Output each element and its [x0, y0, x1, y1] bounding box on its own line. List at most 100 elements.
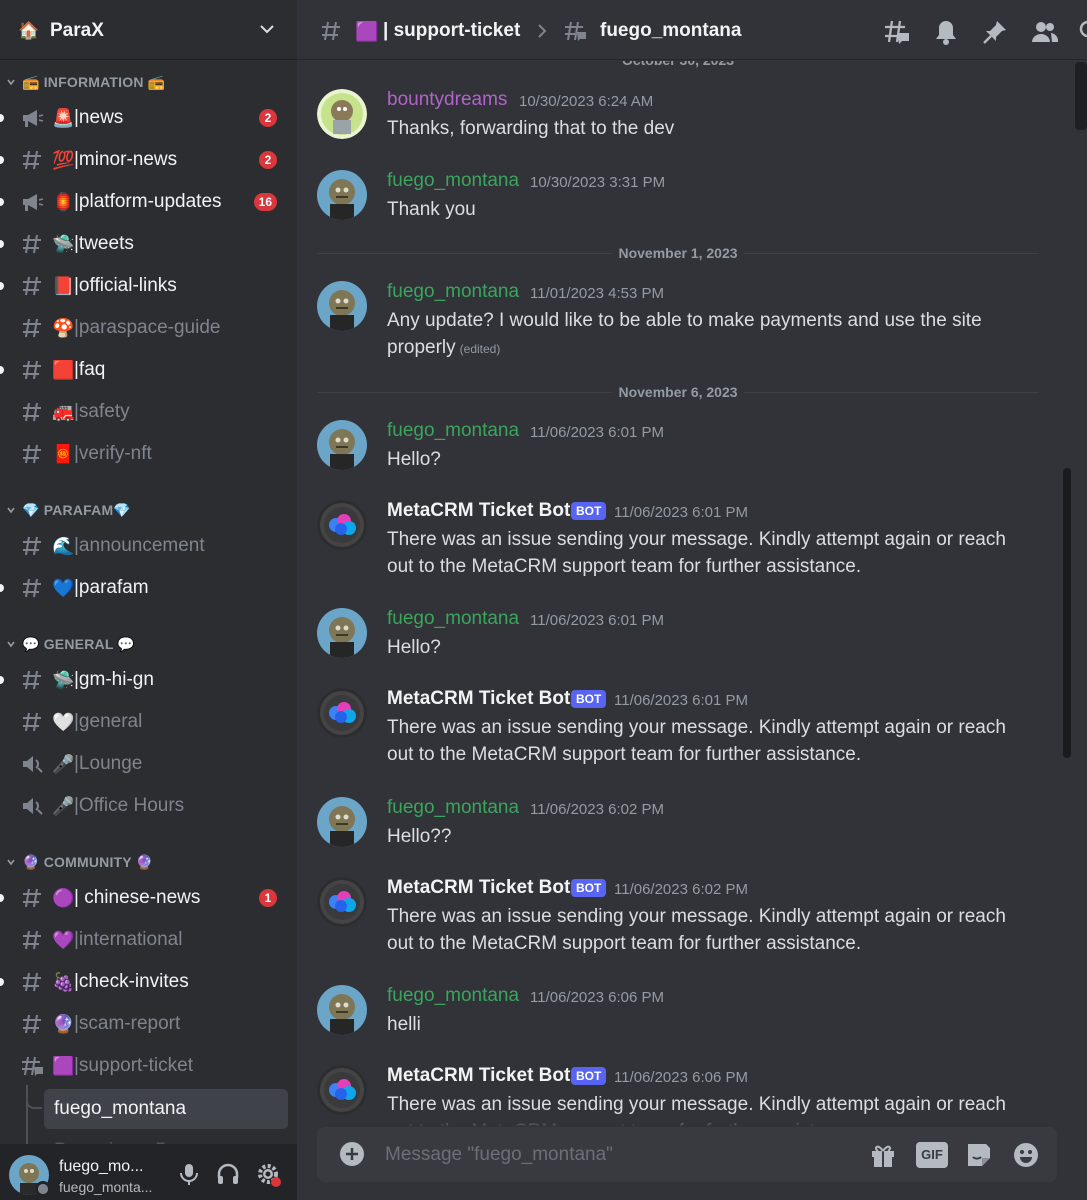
- user-avatar[interactable]: [317, 608, 367, 658]
- voice-channel-icon: [20, 795, 44, 817]
- channel-item[interactable]: 💜 |international: [0, 921, 297, 959]
- header-channel-name[interactable]: | support-ticket: [383, 20, 520, 42]
- category-header[interactable]: 💬 GENERAL 💬: [0, 632, 297, 656]
- user-avatar[interactable]: [317, 797, 367, 847]
- category-header[interactable]: 📻 INFORMATION 📻: [0, 70, 297, 94]
- user-avatar[interactable]: [317, 420, 367, 470]
- message-author[interactable]: MetaCRM Ticket Bot: [387, 500, 570, 522]
- category-label: 💬 GENERAL 💬: [22, 635, 136, 652]
- message-content: There was an issue sending your message.…: [387, 903, 1007, 957]
- pin-icon[interactable]: [981, 18, 1009, 46]
- settings-gear-icon[interactable]: [255, 1161, 281, 1187]
- member-list-icon[interactable]: [1030, 18, 1058, 46]
- emoji-icon[interactable]: [1011, 1140, 1041, 1170]
- channel-name: |paraspace-guide: [74, 317, 221, 338]
- channel-name: |platform-updates: [74, 191, 222, 212]
- message-item: fuego_montana 11/06/2023 6:02 PM Hello??: [297, 797, 1087, 857]
- channel-item[interactable]: 🚨 |news 2: [0, 99, 297, 137]
- message-item: fuego_montana 11/06/2023 6:01 PM Hello?: [297, 608, 1087, 668]
- user-avatar[interactable]: [317, 89, 367, 139]
- message-timestamp: 10/30/2023 6:24 AM: [519, 93, 654, 110]
- bell-icon[interactable]: [932, 18, 960, 46]
- thread-icon: [565, 21, 586, 41]
- message-author[interactable]: MetaCRM Ticket Bot: [387, 1065, 570, 1087]
- date-divider: October 30, 2023: [317, 61, 1039, 68]
- user-name[interactable]: fuego_mo...: [59, 1158, 144, 1176]
- message-author[interactable]: fuego_montana: [387, 797, 519, 819]
- headphones-icon[interactable]: [215, 1161, 241, 1187]
- unread-indicator: [0, 240, 4, 248]
- channel-name: |scam-report: [74, 1013, 181, 1034]
- channel-item[interactable]: 🎤 |Lounge: [0, 745, 297, 783]
- channel-item[interactable]: 🟪 |support-ticket: [0, 1047, 297, 1085]
- user-avatar[interactable]: [317, 281, 367, 331]
- thread-item-active[interactable]: fuego_montana: [44, 1089, 288, 1129]
- category-header[interactable]: 💎 PARAFAM💎: [0, 498, 297, 522]
- channel-item[interactable]: 📕 |official-links: [0, 267, 297, 305]
- sticker-icon[interactable]: [964, 1140, 994, 1170]
- channel-item[interactable]: 🔮 |scam-report: [0, 1005, 297, 1043]
- message-item: fuego_montana 11/06/2023 6:06 PM helli: [297, 985, 1087, 1045]
- unread-indicator: [0, 156, 4, 164]
- bot-avatar[interactable]: [317, 500, 367, 550]
- message-text: Thanks, forwarding that to the dev: [387, 118, 675, 139]
- threads-icon[interactable]: [883, 18, 911, 46]
- category-label: 🔮 COMMUNITY 🔮: [22, 853, 154, 870]
- add-attachment-icon[interactable]: [339, 1141, 365, 1167]
- unread-indicator: [0, 114, 4, 122]
- user-avatar[interactable]: [317, 985, 367, 1035]
- message-author[interactable]: fuego_montana: [387, 170, 519, 192]
- channel-item[interactable]: 🤍 |general: [0, 703, 297, 741]
- channel-item[interactable]: 🍄 |paraspace-guide: [0, 309, 297, 347]
- message-author[interactable]: bountydreams: [387, 89, 507, 111]
- server-header[interactable]: 🏠 ParaX: [0, 2, 297, 60]
- user-avatar[interactable]: [317, 170, 367, 220]
- hash-icon: [20, 233, 44, 255]
- unread-indicator: [0, 894, 4, 902]
- sidebar-scroll-thumb[interactable]: [1075, 62, 1087, 130]
- channel-name: |Office Hours: [74, 795, 185, 816]
- chevron-down-icon[interactable]: [259, 21, 275, 37]
- message-author[interactable]: fuego_montana: [387, 281, 519, 303]
- channel-emoji: 🛸: [52, 670, 75, 690]
- message-content: Thanks, forwarding that to the dev: [387, 115, 1007, 142]
- message-text: Hello?: [387, 637, 441, 658]
- search-icon[interactable]: [1077, 18, 1087, 46]
- channel-item[interactable]: 🎤 |Office Hours: [0, 787, 297, 825]
- message-author[interactable]: fuego_montana: [387, 985, 519, 1007]
- thread-connector: [26, 1095, 42, 1109]
- message-timestamp: 11/06/2023 6:01 PM: [530, 424, 664, 441]
- channel-item[interactable]: 🌊 |announcement: [0, 527, 297, 565]
- divider-date: November 6, 2023: [612, 384, 744, 400]
- unread-indicator: [0, 676, 4, 684]
- channel-item[interactable]: 🛸 |tweets: [0, 225, 297, 263]
- channel-item[interactable]: 🚒 |safety: [0, 393, 297, 431]
- channel-item[interactable]: 🟣 | chinese-news 1: [0, 879, 297, 917]
- category-header[interactable]: 🔮 COMMUNITY 🔮: [0, 850, 297, 874]
- gift-icon[interactable]: [868, 1140, 898, 1170]
- channel-item[interactable]: 💯 |minor-news 2: [0, 141, 297, 179]
- channel-item[interactable]: 🏮 |platform-updates 16: [0, 183, 297, 221]
- mention-badge: 16: [253, 193, 277, 211]
- channel-item[interactable]: 🛸 |gm-hi-gn: [0, 661, 297, 699]
- chevron-down-icon: [6, 505, 16, 515]
- microphone-icon[interactable]: [176, 1161, 202, 1187]
- gif-button[interactable]: GIF: [916, 1142, 948, 1168]
- bot-tag: BOT: [571, 502, 607, 520]
- bot-avatar[interactable]: [317, 688, 367, 738]
- channel-item[interactable]: 🧧 |verify-nft: [0, 435, 297, 473]
- message-author[interactable]: MetaCRM Ticket Bot: [387, 877, 570, 899]
- channel-item[interactable]: 🟥 |faq: [0, 351, 297, 389]
- mention-badge: 2: [259, 109, 277, 127]
- message-author[interactable]: MetaCRM Ticket Bot: [387, 688, 570, 710]
- message-author[interactable]: fuego_montana: [387, 420, 519, 442]
- bot-avatar[interactable]: [317, 1065, 367, 1115]
- message-author[interactable]: fuego_montana: [387, 608, 519, 630]
- message-input[interactable]: [385, 1137, 845, 1172]
- channel-item[interactable]: 🍇 |check-invites: [0, 963, 297, 1001]
- scrollbar-thumb[interactable]: [1063, 468, 1071, 758]
- hash-icon: [20, 359, 44, 381]
- message-text: There was an issue sending your message.…: [387, 717, 1006, 765]
- bot-avatar[interactable]: [317, 877, 367, 927]
- channel-item[interactable]: 💙 |parafam: [0, 569, 297, 607]
